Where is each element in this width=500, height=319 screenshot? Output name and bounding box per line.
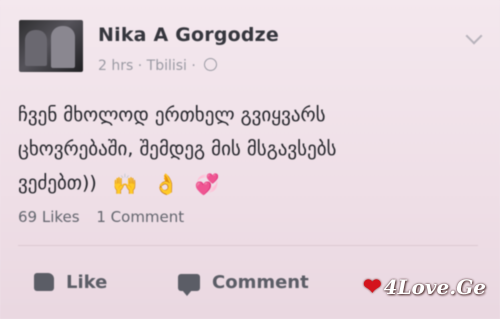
- hearts-emoji: 💞: [194, 172, 220, 196]
- globe-icon[interactable]: [204, 58, 218, 71]
- meta-separator: ·: [191, 58, 196, 74]
- post-location[interactable]: Tbilisi: [147, 58, 187, 74]
- chevron-down-icon[interactable]: [465, 27, 483, 45]
- ok-hand-emoji: 👌: [153, 172, 179, 196]
- watermark-text: 4Love.Ge: [383, 275, 486, 299]
- like-button[interactable]: Like: [34, 272, 107, 293]
- heart-icon: ❤: [363, 274, 382, 300]
- watermark: ❤ 4Love.Ge: [363, 274, 486, 300]
- comments-count[interactable]: 1 Comment: [96, 208, 184, 226]
- post-text: ჩვენ მხოლოდ ერთხელ გვიყვარს ცხოვრებაში, …: [18, 98, 458, 201]
- post-text-line-end: ვეძებთ)): [18, 172, 97, 194]
- post-time[interactable]: 2 hrs: [98, 58, 133, 74]
- comment-label: Comment: [212, 272, 309, 293]
- post-text-line: ვეძებთ)) 🙌 👌 💞: [18, 166, 458, 201]
- comment-icon: [178, 274, 200, 296]
- comment-button[interactable]: Comment: [178, 272, 309, 296]
- post-text-line: ჩვენ მხოლოდ ერთხელ გვიყვარს: [18, 104, 326, 126]
- post-stats: 69 Likes 1 Comment: [18, 208, 196, 226]
- avatar-figure: [51, 26, 75, 68]
- divider: [18, 245, 478, 246]
- post-meta: 2 hrs · Tbilisi ·: [98, 58, 218, 74]
- meta-separator: ·: [137, 58, 143, 74]
- avatar[interactable]: [19, 20, 83, 72]
- raising-hands-emoji: 🙌: [112, 172, 138, 196]
- post-text-line: ცხოვრებაში, შემდეგ მის მსგავსებს: [18, 138, 337, 160]
- like-icon: [34, 273, 54, 291]
- post-card: Nika A Gorgodze 2 hrs · Tbilisi · ჩვენ მ…: [0, 0, 500, 319]
- like-label: Like: [66, 272, 108, 293]
- author-name[interactable]: Nika A Gorgodze: [98, 24, 279, 46]
- likes-count[interactable]: 69 Likes: [18, 208, 80, 226]
- avatar-figure: [25, 30, 47, 66]
